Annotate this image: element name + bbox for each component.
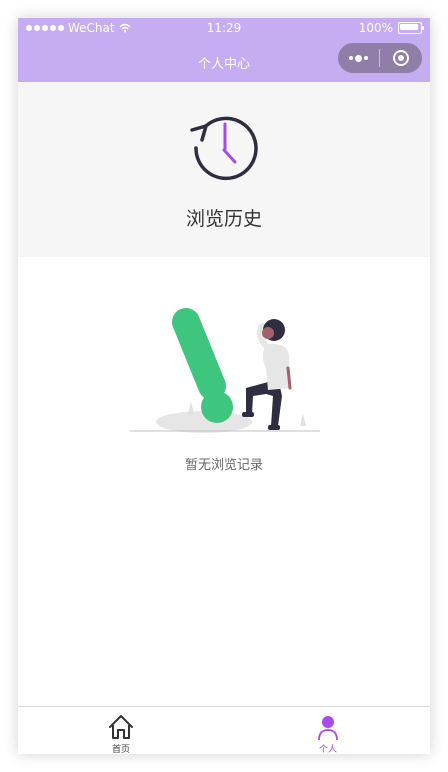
tab-me-label: 个人 [318,745,337,754]
history-clock-icon [190,116,258,181]
tab-home[interactable]: 首页 [71,707,171,754]
tab-home-label: 首页 [111,745,130,754]
empty-state-text: 暂无浏览记录 [184,458,263,473]
exclamation-person-illustration [130,308,320,433]
status-bar: WeChat 11:29 100% [18,18,430,40]
person-icon [318,716,338,741]
history-title: 浏览历史 [185,208,262,230]
mini-program-capsule [338,43,422,73]
nav-bar: 个人中心 [18,40,430,82]
battery-info: 100% [358,21,424,35]
history-header: 浏览历史 [18,82,430,257]
target-icon[interactable] [380,43,421,73]
battery-icon [398,22,424,34]
tab-bar: 首页 个人 [18,706,430,754]
more-dots-icon[interactable] [338,43,379,73]
phone-screen: WeChat 11:29 100% 个人中心 浏览历史 暂无浏览记录 首页 个人 [18,18,430,754]
tab-me[interactable]: 个人 [278,707,378,754]
home-icon [109,715,133,739]
battery-percent: 100% [358,21,393,35]
